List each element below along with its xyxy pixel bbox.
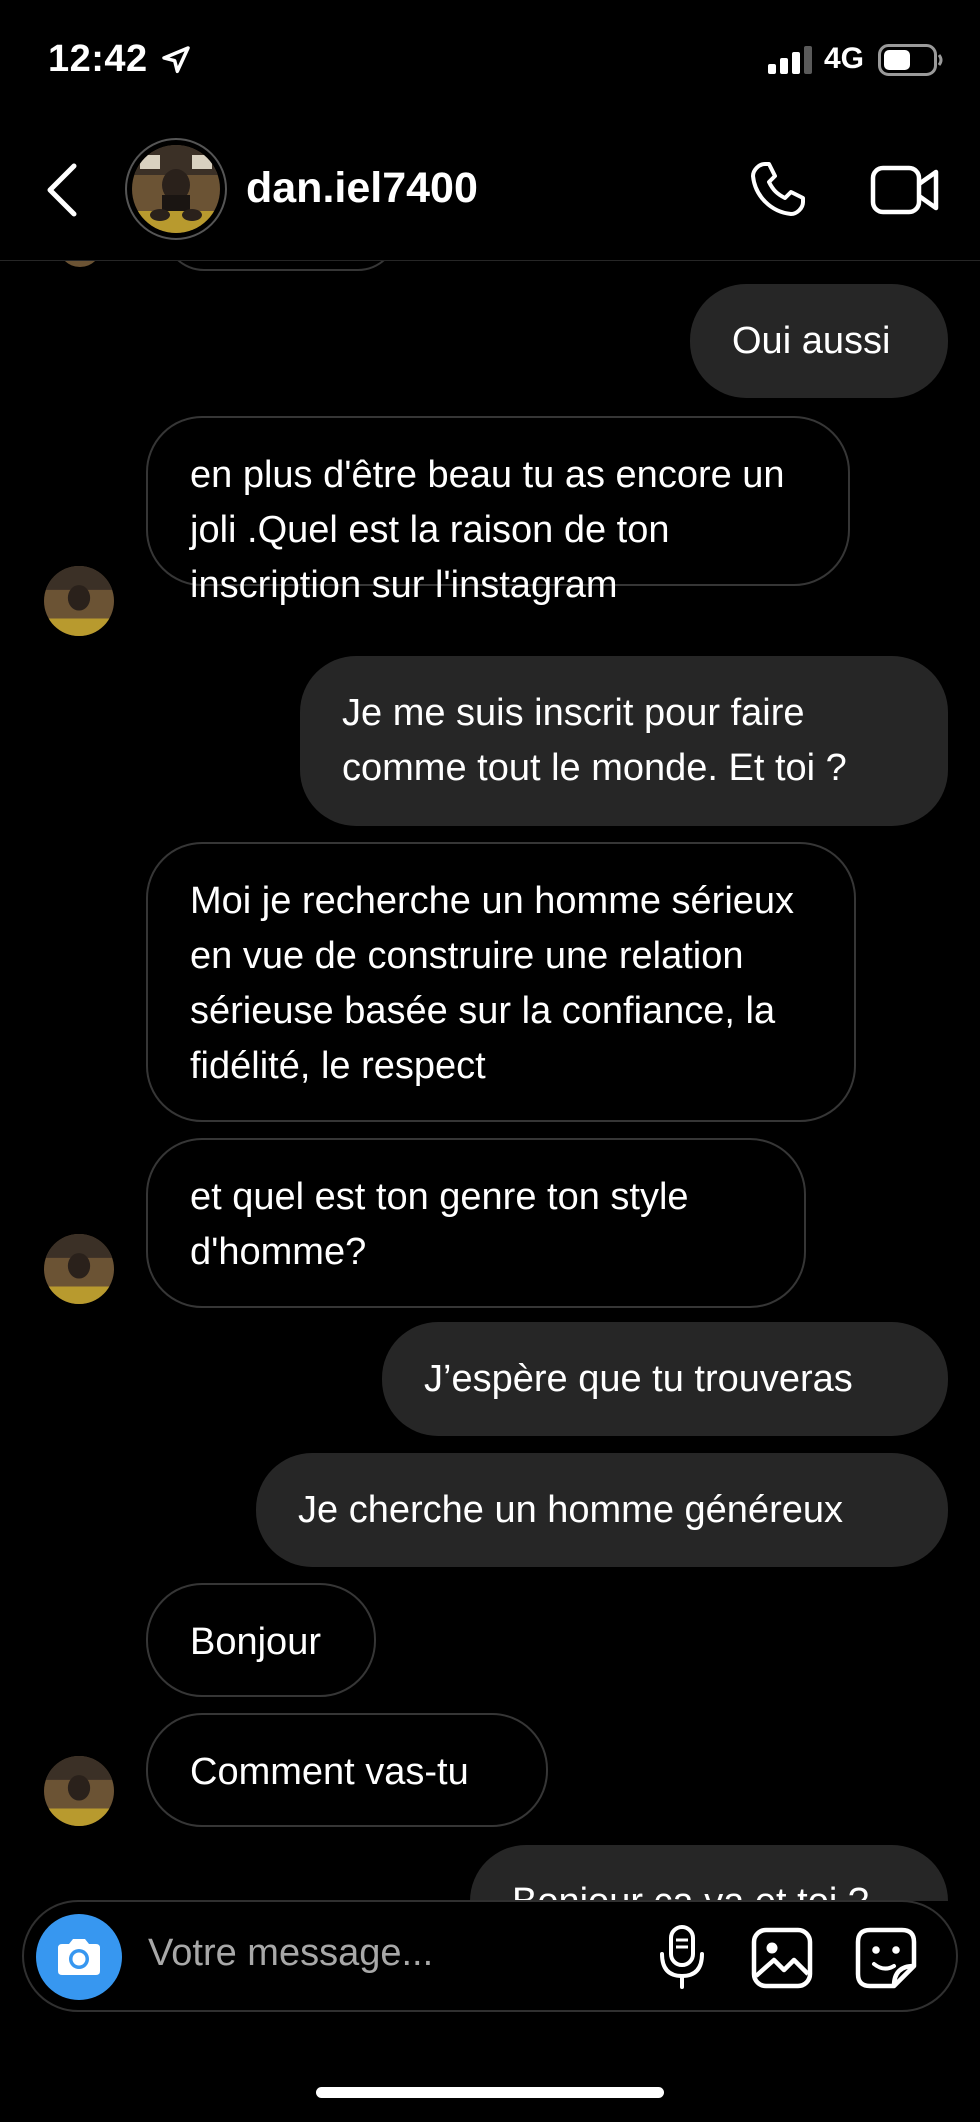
message-text: Moi je recherche un homme sérieux en vue…: [190, 880, 795, 1087]
location-arrow-icon: [162, 46, 190, 74]
message-bubble-in[interactable]: et quel est ton genre ton style d'homme?: [146, 1138, 806, 1308]
scrolled-off-avatar: [58, 261, 102, 267]
message-bubble-out[interactable]: Oui aussi: [690, 284, 948, 398]
message-bubble-in[interactable]: en plus d'être beau tu as encore un joli…: [146, 416, 850, 606]
chat-username[interactable]: dan.iel7400: [246, 164, 478, 213]
message-text: Bonjour ça va et toi ?: [512, 1881, 869, 1901]
message-bubble-in[interactable]: Bonjour: [146, 1583, 376, 1697]
message-bubble-out[interactable]: Je cherche un homme généreux: [256, 1453, 948, 1567]
avatar-photo: [132, 145, 220, 233]
scrolled-off-bubble: [164, 261, 398, 271]
message-bubble-out[interactable]: J’espère que tu trouveras: [382, 1322, 948, 1436]
sender-avatar[interactable]: [44, 1234, 114, 1304]
message-bubble-in[interactable]: Moi je recherche un homme sérieux en vue…: [146, 842, 856, 1122]
status-time: 12:42: [48, 38, 148, 80]
chat-header: dan.iel7400: [0, 120, 980, 261]
message-bubble-out[interactable]: Je me suis inscrit pour faire comme tout…: [300, 656, 948, 826]
video-camera-icon[interactable]: [870, 160, 940, 220]
sender-avatar[interactable]: [44, 1756, 114, 1826]
message-input[interactable]: Votre message...: [148, 1932, 433, 1975]
status-bar: 12:42 4G: [0, 0, 980, 120]
message-text: Oui aussi: [732, 320, 891, 362]
network-type: 4G: [824, 42, 865, 75]
message-text: Bonjour: [190, 1621, 321, 1663]
message-text: en plus d'être beau tu as encore un joli…: [190, 454, 785, 606]
phone-icon[interactable]: [745, 158, 809, 222]
camera-button[interactable]: [36, 1914, 122, 2000]
sticker-icon[interactable]: [854, 1926, 918, 1990]
message-text: Je cherche un homme généreux: [298, 1489, 843, 1531]
message-text: Je me suis inscrit pour faire comme tout…: [342, 692, 847, 789]
image-icon[interactable]: [750, 1926, 814, 1990]
message-thread[interactable]: Oui aussi en plus d'être beau tu as enco…: [0, 261, 980, 1901]
camera-icon: [58, 1939, 100, 1975]
message-bubble-out[interactable]: Bonjour ça va et toi ?: [470, 1845, 948, 1901]
profile-avatar[interactable]: [125, 138, 227, 240]
back-chevron-icon[interactable]: [40, 158, 84, 222]
home-indicator: [316, 2087, 664, 2098]
message-text: et quel est ton genre ton style d'homme?: [190, 1176, 689, 1273]
sender-avatar[interactable]: [44, 566, 114, 636]
microphone-icon[interactable]: [654, 1924, 710, 1990]
message-text: J’espère que tu trouveras: [424, 1358, 853, 1400]
message-text: Comment vas-tu: [190, 1751, 469, 1793]
signal-icon: [768, 46, 812, 74]
message-composer: Votre message...: [22, 1900, 958, 2012]
battery-icon: [878, 44, 943, 76]
message-bubble-in[interactable]: Comment vas-tu: [146, 1713, 548, 1827]
